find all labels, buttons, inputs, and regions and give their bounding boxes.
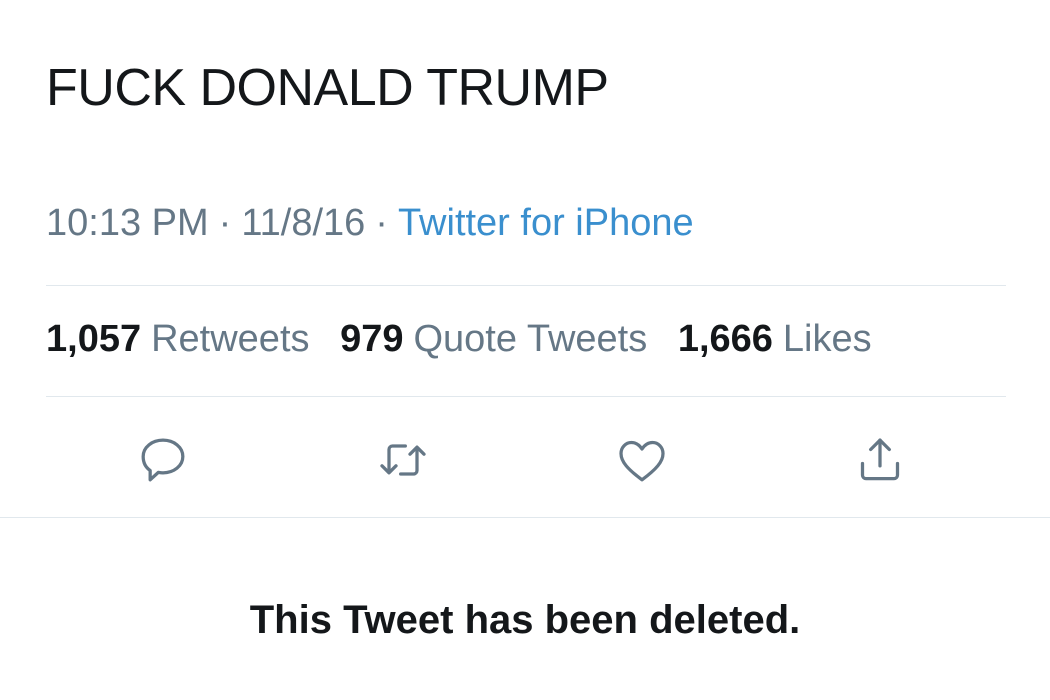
tweet-time: 10:13 PM — [46, 202, 209, 244]
divider — [0, 517, 1050, 518]
retweet-button[interactable] — [373, 430, 433, 490]
meta-separator: · — [375, 202, 388, 244]
retweet-icon — [380, 444, 426, 476]
reply-button[interactable] — [133, 430, 193, 490]
tweet-meta: 10:13 PM · 11/8/16 · Twitter for iPhone — [46, 202, 694, 245]
retweets-stat[interactable]: 1,057 Retweets — [46, 318, 310, 360]
quote-tweets-count: 979 — [340, 318, 404, 360]
deleted-notice: This Tweet has been deleted. — [249, 598, 801, 642]
likes-stat[interactable]: 1,666 Likes — [678, 318, 872, 360]
tweet-date: 11/8/16 — [241, 202, 366, 244]
tweet-text: FUCK DONALD TRUMP — [46, 59, 609, 117]
tweet-source-link[interactable]: Twitter for iPhone — [398, 202, 694, 244]
likes-count: 1,666 — [677, 318, 773, 360]
tweet-detail: FUCK DONALD TRUMP 10:13 PM · 11/8/16 · Twitt… — [0, 0, 1050, 700]
like-button[interactable] — [612, 430, 672, 490]
retweets-label: Retweets — [151, 318, 310, 360]
divider — [46, 285, 1006, 286]
quote-tweets-stat[interactable]: 979 Quote Tweets — [340, 318, 647, 360]
retweets-count: 1,057 — [46, 318, 142, 360]
quote-tweets-label: Quote Tweets — [413, 318, 648, 360]
reply-icon — [141, 438, 185, 482]
divider — [46, 396, 1006, 397]
heart-icon — [619, 440, 665, 482]
meta-separator: · — [218, 202, 232, 244]
tweet-actions — [0, 430, 1050, 490]
tweet-stats: 1,057 Retweets 979 Quote Tweets 1,666 Likes — [46, 318, 892, 361]
likes-label: Likes — [782, 318, 872, 360]
share-icon — [860, 438, 900, 481]
share-button[interactable] — [850, 430, 910, 490]
